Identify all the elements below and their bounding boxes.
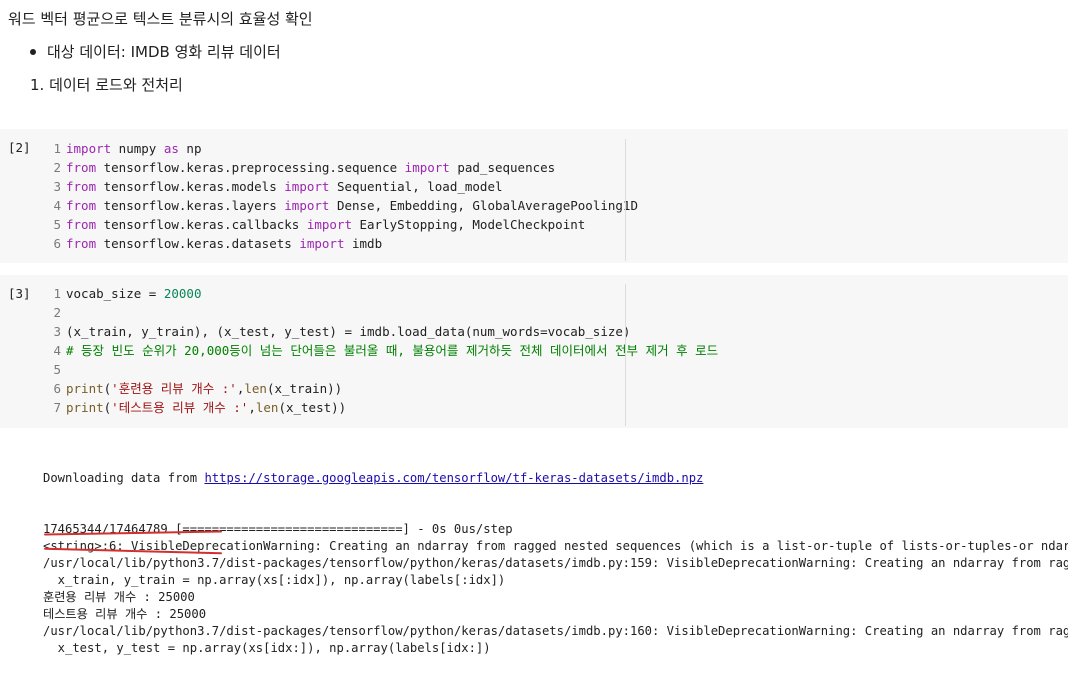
code-token: print	[66, 400, 104, 415]
code-token: 20000	[163, 286, 202, 301]
code-token: imdb	[344, 236, 383, 251]
code-token: len	[255, 400, 279, 415]
markdown-heading: 워드 벡터 평균으로 텍스트 분류시의 효율성 확인	[8, 10, 313, 28]
output-line: 테스트용 리뷰 개수 : 25000	[43, 607, 207, 621]
code-token: tensorflow.keras.preprocessing.sequence	[96, 160, 405, 175]
code-token: (x_train, y_train), (x_test, y_test) = i…	[66, 324, 631, 339]
code-line: 4 # 등장 빈도 순위가 20,000등이 넘는 단어들은 불러올 때, 불용어…	[40, 341, 718, 360]
output-line: 훈련용 리뷰 개수 : 25000	[43, 590, 195, 604]
line-number: 6	[53, 381, 61, 396]
output-download-line: Downloading data from https://storage.go…	[43, 471, 704, 485]
code-token: pad_sequences	[449, 160, 556, 175]
output-line: x_test, y_test = np.array(xs[idx:]), np.…	[43, 641, 491, 655]
code-token: from	[66, 160, 97, 175]
code-token: (x_test))	[278, 400, 347, 415]
line-number: 4	[53, 198, 61, 213]
line-number: 2	[53, 305, 61, 320]
code-token: tensorflow.keras.layers	[96, 198, 285, 213]
code-cell-load-data[interactable]: [3] 1 vocab_size = 20000 2 3 (x_train, y_tr…	[0, 275, 1068, 428]
output-lines: 17465344/17464789 [=====================…	[43, 521, 1068, 657]
line-number: 7	[53, 400, 61, 415]
output-line: /usr/local/lib/python3.7/dist-packages/t…	[43, 624, 1068, 638]
code-line: 6 print('훈련용 리뷰 개수 :',len(x_train))	[40, 379, 718, 398]
code-token: tensorflow.keras.datasets	[96, 236, 300, 251]
code-line: 1 import numpy as np	[40, 139, 638, 158]
output-line: x_train, y_train = np.array(xs[:idx]), n…	[43, 573, 506, 587]
code-editor[interactable]: 1 import numpy as np 2 from tensorflow.kera…	[40, 139, 638, 253]
editor-ruler	[625, 284, 626, 426]
line-number: 3	[53, 179, 61, 194]
code-token: EarlyStopping, ModelCheckpoint	[351, 217, 586, 232]
execution-count: [2]	[8, 140, 31, 155]
code-token: (x_train))	[266, 381, 343, 396]
markdown-bullet-item: 대상 데이터: IMDB 영화 리뷰 데이터	[30, 41, 281, 62]
execution-count: [3]	[8, 286, 31, 301]
bullet-dot-icon	[30, 48, 36, 55]
cell-output: Downloading data from https://storage.go…	[43, 436, 1068, 674]
line-number: 1	[53, 286, 61, 301]
code-token: from	[66, 179, 97, 194]
code-line: 5	[40, 360, 718, 379]
code-line: 3 (x_train, y_train), (x_test, y_test) = …	[40, 322, 718, 341]
output-line: 17465344/17464789 [=====================…	[43, 522, 513, 536]
code-token: Dense, Embedding, GlobalAveragePooling1D	[329, 198, 638, 213]
output-line: /usr/local/lib/python3.7/dist-packages/t…	[43, 556, 1068, 570]
code-token: import	[284, 198, 330, 213]
code-token: vocab_size =	[66, 286, 164, 301]
code-token: numpy	[111, 141, 164, 156]
code-cell-imports[interactable]: [2] 1 import numpy as np 2 from tensorflow.…	[0, 129, 1068, 263]
code-token: tensorflow.keras.models	[96, 179, 285, 194]
line-number: 2	[53, 160, 61, 175]
code-line: 2 from tensorflow.keras.preprocessing.seq…	[40, 158, 638, 177]
code-line: 5 from tensorflow.keras.callbacks import …	[40, 215, 638, 234]
code-token: # 등장 빈도 순위가 20,000등이 넘는 단어들은 불러올 때, 불용어를…	[66, 343, 719, 358]
code-line: 3 from tensorflow.keras.models import Seq…	[40, 177, 638, 196]
code-line: 6 from tensorflow.keras.datasets import i…	[40, 234, 638, 253]
code-token: np	[178, 141, 202, 156]
line-number: 5	[53, 362, 61, 377]
code-line: 7 print('테스트용 리뷰 개수 :',len(x_test))	[40, 398, 718, 417]
code-token: len	[244, 381, 267, 396]
code-token: print	[66, 381, 104, 396]
line-number: 4	[53, 343, 61, 358]
code-token: import	[284, 179, 330, 194]
code-token: tensorflow.keras.callbacks	[96, 217, 307, 232]
bullet-text: 대상 데이터: IMDB 영화 리뷰 데이터	[47, 43, 281, 61]
code-token: from	[66, 217, 97, 232]
code-token: import	[306, 217, 352, 232]
line-number: 1	[53, 141, 61, 156]
line-number: 6	[53, 236, 61, 251]
line-number: 5	[53, 217, 61, 232]
dataset-download-link[interactable]: https://storage.googleapis.com/tensorflo…	[204, 471, 703, 485]
code-token: import	[404, 160, 450, 175]
code-token: '훈련용 리뷰 개수 :'	[111, 381, 237, 396]
code-token: from	[66, 198, 97, 213]
code-token: as	[163, 141, 179, 156]
code-token: '테스트용 리뷰 개수 :'	[111, 400, 249, 415]
code-editor[interactable]: 1 vocab_size = 20000 2 3 (x_train, y_train)…	[40, 284, 718, 417]
line-number: 3	[53, 324, 61, 339]
code-line: 2	[40, 303, 718, 322]
code-token: import	[299, 236, 345, 251]
markdown-numbered-item: 1. 데이터 로드와 전처리	[30, 76, 183, 94]
code-token: ,	[248, 400, 256, 415]
code-line: 1 vocab_size = 20000	[40, 284, 718, 303]
code-line: 4 from tensorflow.keras.layers import Den…	[40, 196, 638, 215]
editor-ruler	[625, 139, 626, 261]
code-token: Sequential, load_model	[329, 179, 503, 194]
code-token: from	[66, 236, 97, 251]
code-token: import	[66, 141, 112, 156]
